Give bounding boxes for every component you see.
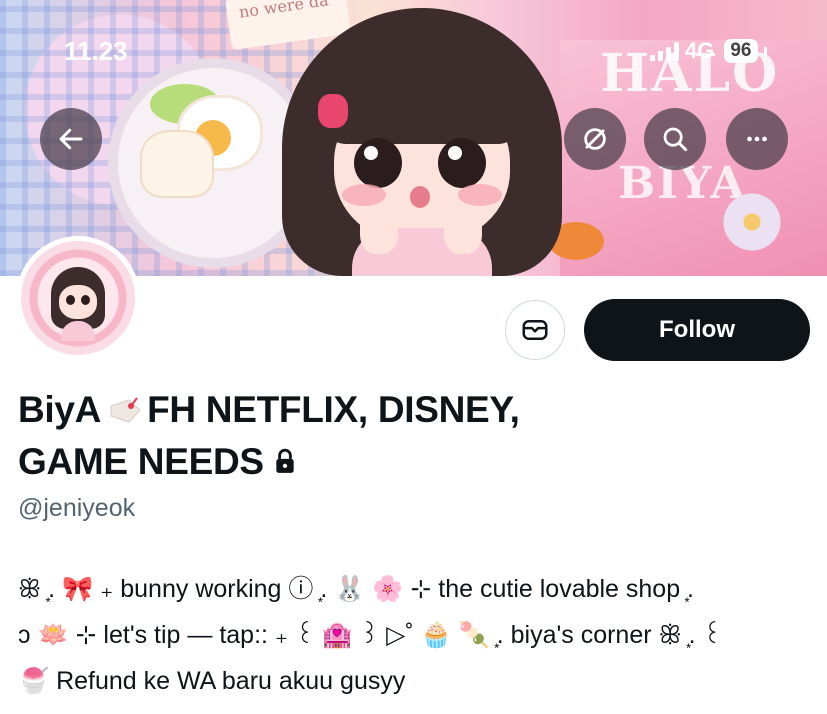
bio-line-2: ↄ 🪷 ⊹ let's tip — tap:: ₊ ꒰ 🏩 ꒱ ▷˚ 🧁 🍡 ͙…	[18, 621, 723, 649]
banner-girl-illustration	[282, 8, 562, 276]
banner-flower	[722, 192, 782, 252]
signal-icon	[650, 41, 679, 61]
avatar-image	[21, 241, 135, 355]
display-name-part3: GAME NEEDS	[18, 441, 264, 482]
banner-onigiri	[140, 130, 214, 198]
status-indicators: 4G 96	[650, 36, 767, 66]
follow-button[interactable]: Follow	[584, 299, 810, 361]
bio-line-3: 🍧 Refund ke WA baru akuu gusyy	[18, 667, 406, 695]
lock-icon	[276, 448, 294, 473]
more-horizontal-icon	[747, 136, 767, 142]
back-button[interactable]	[40, 108, 102, 170]
display-name-part2: FH NETFLIX, DISNEY,	[147, 389, 520, 430]
envelope-icon	[522, 320, 548, 340]
mute-button[interactable]	[564, 108, 626, 170]
display-name-part1: BiyA	[18, 389, 102, 430]
status-time: 11.23	[64, 36, 128, 66]
search-icon	[663, 127, 688, 152]
network-type: 4G	[685, 38, 715, 63]
profile-bio: ꕥ ͙. 🎀 ₊ bunny working ⓘ ͙. 🐰 🌸 ⊹ the cu…	[18, 566, 818, 704]
more-button[interactable]	[726, 108, 788, 170]
message-button[interactable]	[505, 300, 565, 360]
mute-circle-icon	[584, 128, 606, 150]
display-name: BiyA FH NETFLIX, DISNEY, GAME NEEDS	[18, 384, 798, 488]
label-tag-icon	[107, 388, 143, 423]
battery-icon: 96	[724, 39, 758, 63]
profile-handle: @jeniyeok	[18, 494, 136, 522]
arrow-left-icon	[59, 128, 83, 150]
bio-line-1: ꕥ ͙. 🎀 ₊ bunny working ⓘ ͙. 🐰 🌸 ⊹ the cu…	[18, 575, 695, 603]
strawberry-clip	[318, 94, 348, 128]
profile-avatar[interactable]	[16, 236, 140, 360]
search-button[interactable]	[644, 108, 706, 170]
